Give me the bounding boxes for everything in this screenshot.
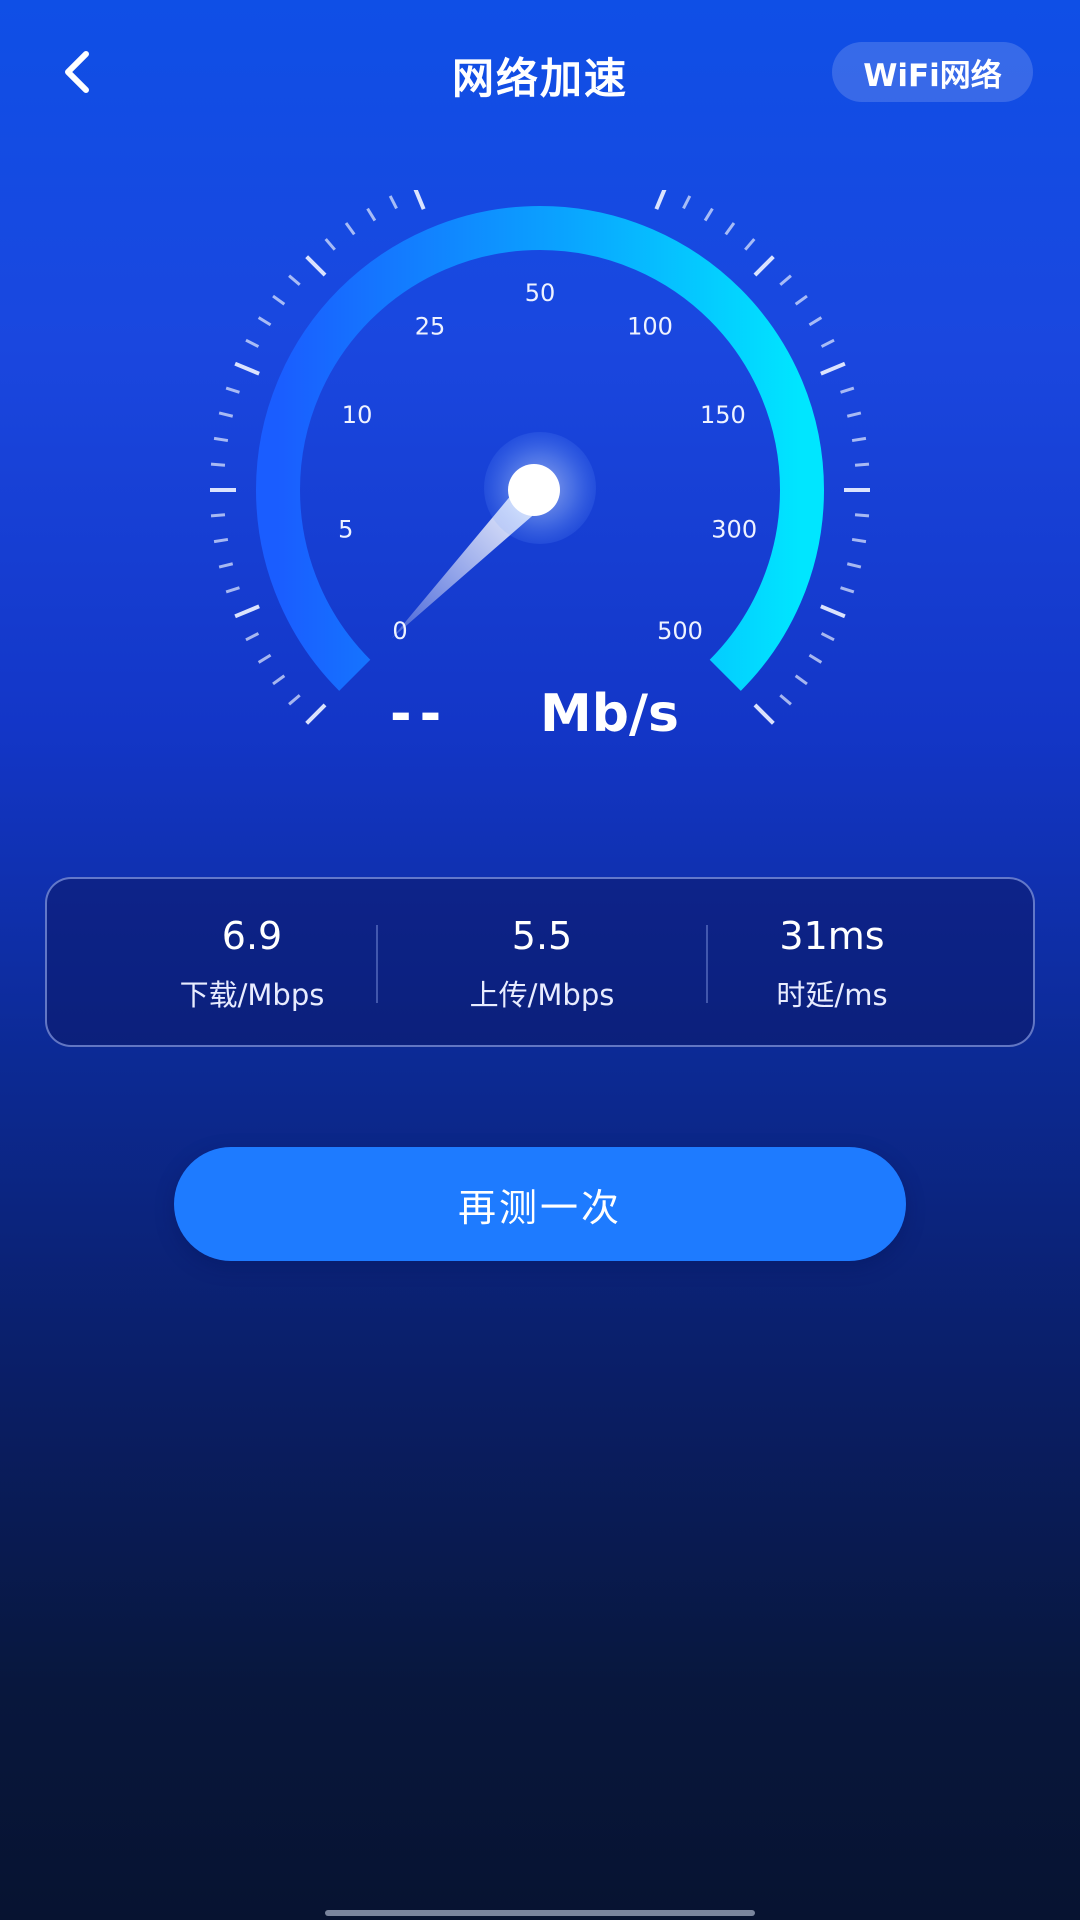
gauge-needle (391, 432, 596, 639)
gauge-tick (366, 207, 377, 222)
gauge-scale-label: 100 (627, 312, 673, 340)
gauge-tick (794, 294, 808, 306)
stats-card: 6.9 下载/Mbps 5.5 上传/Mbps 31ms 时延/ms (45, 877, 1035, 1047)
speed-readout: -- Mb/s (0, 684, 1080, 754)
download-value: 6.9 (221, 914, 283, 958)
gauge-tick (724, 222, 736, 236)
latency-label: 时延/ms (776, 978, 888, 1012)
gauge-tick (744, 238, 756, 251)
gauge-tick (779, 274, 792, 286)
gauge-tick (210, 462, 226, 467)
gauge-tick (808, 316, 823, 327)
gauge-tick (846, 411, 862, 418)
latency-value: 31ms (779, 914, 885, 958)
upload-stat: 5.5 上传/Mbps (377, 879, 707, 1049)
top-bar: 网络加速 WiFi网络 (0, 0, 1080, 150)
gauge-tick (225, 586, 240, 594)
gauge-tick (213, 436, 229, 443)
gauge-tick (820, 338, 835, 348)
gauge-tick (218, 411, 234, 418)
needle-hub (508, 464, 560, 516)
gauge-tick (305, 255, 327, 277)
gauge-tick (234, 361, 260, 376)
latency-stat: 31ms 时延/ms (667, 879, 997, 1049)
gauge-tick (245, 338, 260, 348)
gauge-tick (213, 537, 229, 544)
gauge-tick (794, 674, 808, 686)
gauge-scale-label: 300 (711, 516, 757, 544)
gauge-tick (272, 674, 286, 686)
gauge-tick (210, 513, 226, 518)
home-indicator[interactable] (325, 1910, 755, 1916)
gauge-tick (840, 586, 855, 594)
speed-gauge: 05102550100150300500 (0, 190, 1080, 730)
gauge-tick (257, 653, 272, 664)
gauge-tick (846, 562, 862, 569)
gauge-tick (324, 238, 336, 251)
speed-value: -- (390, 684, 450, 744)
gauge-scale-label: 150 (700, 401, 746, 429)
gauge-tick (272, 294, 286, 306)
retest-button[interactable]: 再测一次 (174, 1147, 906, 1261)
gauge-tick (703, 207, 714, 222)
gauge-tick (851, 436, 867, 443)
gauge-scale-label: 500 (657, 617, 703, 645)
gauge-tick (820, 361, 846, 376)
speed-gauge-svg: 05102550100150300500 (210, 190, 870, 725)
gauge-tick (388, 195, 398, 210)
gauge-tick (257, 316, 272, 327)
gauge-scale-label: 50 (525, 279, 556, 307)
gauge-tick (840, 386, 855, 394)
gauge-scale-label: 5 (338, 516, 353, 544)
gauge-tick (413, 190, 426, 210)
gauge-tick (344, 222, 356, 236)
wifi-network-button[interactable]: WiFi网络 (832, 42, 1033, 102)
gauge-tick (851, 537, 867, 544)
gauge-tick (225, 386, 240, 394)
gauge-tick (820, 632, 835, 642)
gauge-tick (218, 562, 234, 569)
gauge-tick (288, 274, 301, 286)
download-stat: 6.9 下载/Mbps (87, 879, 417, 1049)
gauge-tick (654, 190, 667, 210)
download-label: 下载/Mbps (179, 978, 325, 1012)
gauge-tick (234, 604, 260, 619)
gauge-tick (854, 513, 870, 518)
gauge-tick (245, 632, 260, 642)
upload-value: 5.5 (511, 914, 573, 958)
gauge-tick (682, 195, 692, 210)
gauge-scale-label: 25 (415, 312, 446, 340)
upload-label: 上传/Mbps (469, 978, 615, 1012)
gauge-tick (820, 604, 846, 619)
speed-unit: Mb/s (540, 684, 679, 744)
gauge-scale-label: 10 (342, 401, 373, 429)
gauge-tick (753, 255, 775, 277)
gauge-tick (808, 653, 823, 664)
gauge-tick (854, 462, 870, 467)
